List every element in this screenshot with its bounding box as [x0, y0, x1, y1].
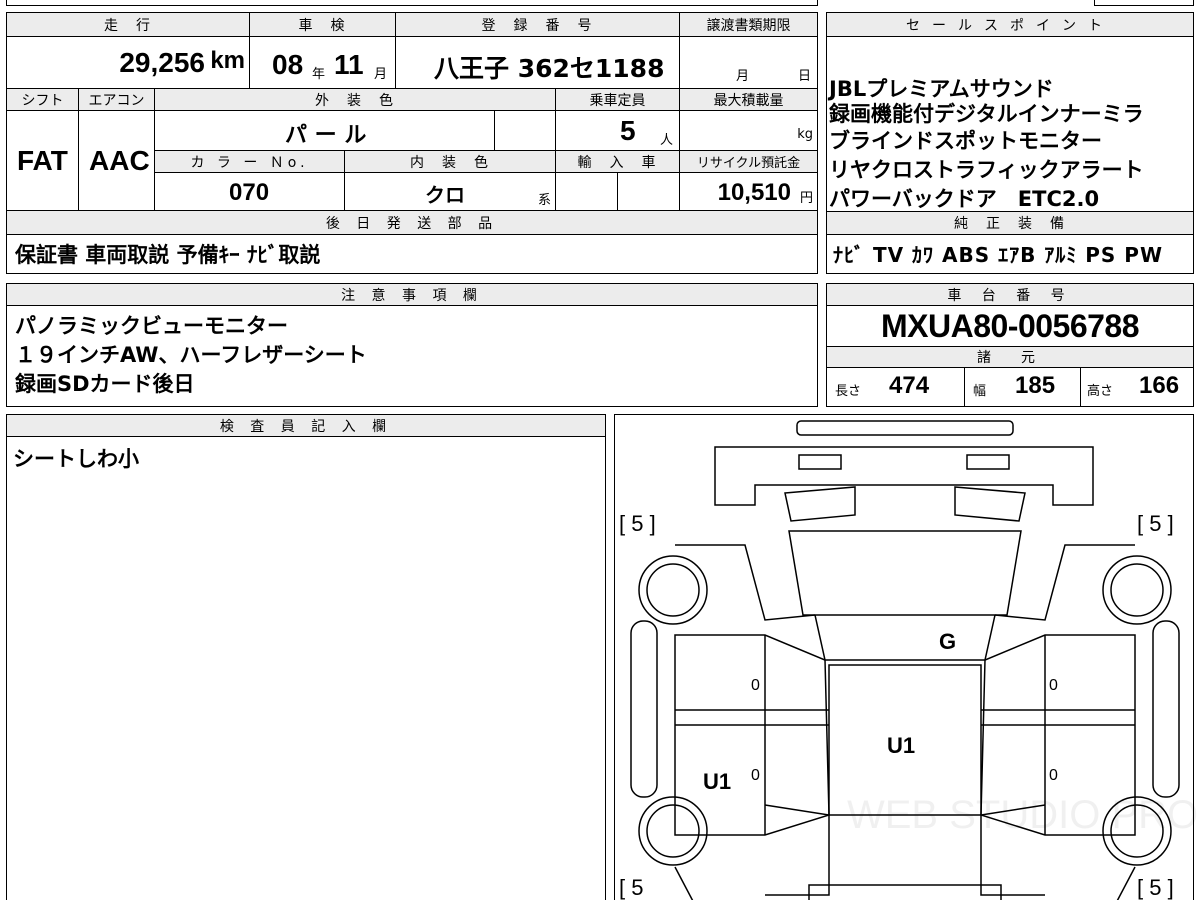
exterior-value: パ ー ル — [285, 123, 367, 148]
sales-point-line: パワーバックドア ETC2.0 — [829, 187, 1100, 211]
capacity-value: 5 — [620, 115, 636, 146]
registration-label: 登 録 番 号 — [396, 13, 680, 37]
interior-cell: クロ 系 — [345, 173, 556, 211]
mileage-value: 29,256 — [119, 47, 205, 78]
sales-point-line: リヤクロストラフィックアラート — [829, 158, 1144, 182]
interior-value: クロ — [425, 183, 465, 207]
aircon-value: AAC — [89, 145, 150, 176]
inspection-month-unit: 月 — [374, 67, 388, 82]
mileage-unit: km — [210, 47, 245, 74]
zero-right-rear-door: 0 — [1049, 767, 1058, 784]
equipment-title: 純 正 装 備 — [827, 211, 1193, 235]
inspection-year-unit: 年 — [312, 67, 326, 82]
zero-left-rear-door: 0 — [751, 767, 760, 784]
max-load-unit: kg — [797, 127, 813, 142]
note-line: 録画SDカード後日 — [15, 372, 195, 396]
later-parts-label: 後 日 発 送 部 品 — [7, 211, 817, 235]
deadline-cell: 月 日 — [680, 37, 817, 89]
vehicle-info-panel: 走 行 車 検 登 録 番 号 譲渡書類期限 29,256 km 08 年 11… — [6, 12, 818, 274]
inspector-title: 検 査 員 記 入 欄 — [7, 415, 605, 437]
mark-left-door: U1 — [703, 769, 732, 794]
recycle-label: リサイクル預託金 — [680, 151, 817, 173]
inspector-panel: 検 査 員 記 入 欄 シートしわ小 — [6, 414, 606, 900]
chassis-number: MXUA80-0056788 — [880, 308, 1140, 344]
height-cell: 高さ 166 — [1081, 368, 1193, 406]
interior-label: 内 装 色 — [345, 151, 556, 173]
later-parts-text: 保証書 車両取説 予備ｷｰ ﾅﾋﾞ取説 — [15, 243, 321, 267]
deadline-label: 譲渡書類期限 — [680, 13, 817, 37]
tire-grade-front-left: [ 5 ] — [619, 511, 656, 536]
sales-point-line: 録画機能付デジタルインナーミラ — [829, 102, 1144, 126]
inspection-cell: 08 年 11 月 — [250, 37, 396, 89]
exterior-label: 外 装 色 — [155, 89, 556, 111]
aircon-label: エアコン — [79, 89, 155, 111]
width-value: 185 — [1015, 372, 1056, 399]
top-strip — [0, 0, 1200, 7]
inspection-label: 車 検 — [250, 13, 396, 37]
mileage-label: 走 行 — [7, 13, 250, 37]
shift-label: シフト — [7, 89, 79, 111]
sales-points-list: JBLプレミアムサウンド 録画機能付デジタルインナーミラ ブラインドスポットモニ… — [829, 75, 1144, 214]
zero-left-front-door: 0 — [751, 677, 760, 694]
watermark: WEB STUDIO PRO — [847, 793, 1199, 837]
mark-roof: U1 — [887, 733, 916, 758]
color-no-value: 070 — [229, 179, 270, 206]
sales-points-title: セールスポイント — [827, 13, 1193, 37]
damage-diagram: [ 5 ] [ 5 ] [ 5 [ 5 ] G U1 U1 0 0 0 0 WE… — [614, 414, 1198, 900]
spec-title: 諸 元 — [827, 346, 1193, 368]
width-label: 幅 — [973, 384, 987, 399]
height-label: 高さ — [1087, 384, 1114, 399]
color-no-cell: 070 — [155, 173, 345, 211]
inspection-year: 08 — [272, 49, 304, 80]
recycle-cell: 10,510 円 — [680, 173, 817, 211]
color-no-label: カ ラ ー Ｎo. — [155, 151, 345, 173]
shift-value: FAT — [17, 145, 68, 176]
length-label: 長さ — [835, 384, 862, 399]
notes-title: 注 意 事 項 欄 — [7, 284, 817, 306]
mark-windshield: G — [939, 629, 957, 654]
zero-right-front-door: 0 — [1049, 677, 1058, 694]
capacity-unit: 人 — [659, 133, 673, 148]
tire-grade-rear-left: [ 5 — [619, 875, 644, 900]
registration-number: 八王子 362セ1188 — [434, 54, 665, 83]
exterior-extra-cell — [495, 111, 556, 151]
recycle-value: 10,510 — [717, 179, 791, 206]
chassis-title: 車 台 番 号 — [827, 284, 1193, 306]
deadline-day-unit: 日 — [797, 69, 811, 84]
aircon-cell: AAC — [79, 111, 155, 211]
inspector-text: シートしわ小 — [13, 447, 139, 471]
tire-grade-rear-right: [ 5 ] — [1137, 875, 1174, 900]
import-cell-a — [556, 173, 618, 211]
capacity-cell: 5 人 — [556, 111, 680, 151]
sales-point-line: ブラインドスポットモニター — [829, 129, 1102, 153]
notes-panel: 注 意 事 項 欄 パノラミックビューモニター １９インチAW、ハーフレザーシー… — [6, 283, 818, 407]
equipment-text: ﾅﾋﾞ TV ｶﾜ ABS ｴｱB ｱﾙﾐ PS PW — [833, 243, 1164, 267]
capacity-label: 乗車定員 — [556, 89, 680, 111]
shift-cell: FAT — [7, 111, 79, 211]
notes-list: パノラミックビューモニター １９インチAW、ハーフレザーシート 録画SDカード後… — [15, 312, 367, 399]
interior-suffix: 系 — [537, 193, 551, 208]
length-value: 474 — [889, 372, 930, 399]
note-line: １９インチAW、ハーフレザーシート — [15, 343, 367, 367]
height-value: 166 — [1139, 372, 1180, 399]
tire-grade-front-right: [ 5 ] — [1137, 511, 1174, 536]
import-cell-b — [618, 173, 680, 211]
registration-cell: 八王子 362セ1188 — [396, 37, 680, 89]
max-load-label: 最大積載量 — [680, 89, 817, 111]
exterior-cell: パ ー ル — [155, 111, 495, 151]
note-line: パノラミックビューモニター — [15, 314, 288, 338]
max-load-cell: kg — [680, 111, 817, 151]
recycle-unit: 円 — [799, 191, 813, 206]
length-cell: 長さ 474 — [827, 368, 965, 406]
mileage-cell: 29,256 km — [7, 37, 250, 89]
width-cell: 幅 185 — [965, 368, 1081, 406]
sales-points-panel: セールスポイント JBLプレミアムサウンド 録画機能付デジタルインナーミラ ブラ… — [826, 12, 1194, 274]
inspection-month: 11 — [334, 49, 364, 80]
chassis-panel: 車 台 番 号 MXUA80-0056788 諸 元 長さ 474 幅 185 … — [826, 283, 1194, 407]
deadline-month-unit: 月 — [736, 69, 750, 84]
import-label: 輸 入 車 — [556, 151, 680, 173]
